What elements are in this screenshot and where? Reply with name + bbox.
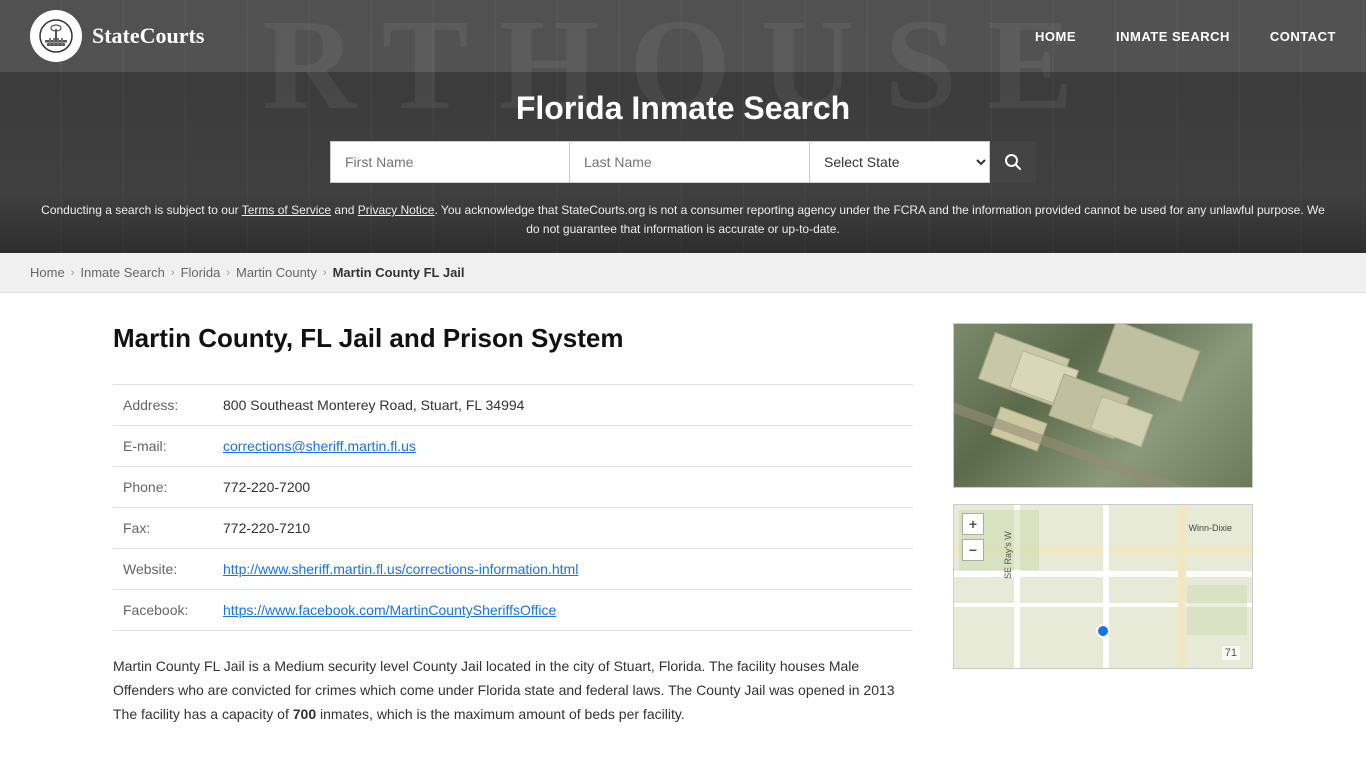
search-bar: Select State Alabama Alaska Arizona Flor… xyxy=(283,141,1083,183)
email-label: E-mail: xyxy=(113,426,213,467)
logo-icon xyxy=(30,10,82,62)
content-area: Martin County, FL Jail and Prison System… xyxy=(113,323,1253,726)
state-select[interactable]: Select State Alabama Alaska Arizona Flor… xyxy=(810,141,990,183)
phone-label: Phone: xyxy=(113,467,213,508)
map-route-number: 71 xyxy=(1222,646,1240,660)
map-image: Winn-Dixie + − SE Ray's W 71 xyxy=(953,504,1253,669)
site-name: StateCourts xyxy=(92,23,204,49)
terms-link[interactable]: Terms of Service xyxy=(242,203,331,217)
search-button[interactable] xyxy=(990,141,1036,183)
nav-links: HOME INMATE SEARCH CONTACT xyxy=(1035,29,1336,44)
website-label: Website: xyxy=(113,549,213,590)
facebook-link[interactable]: https://www.facebook.com/MartinCountyShe… xyxy=(223,602,556,618)
phone-row: Phone: 772-220-7200 xyxy=(113,467,913,508)
nav-home[interactable]: HOME xyxy=(1035,29,1076,44)
winn-dixie-label: Winn-Dixie xyxy=(1188,523,1232,533)
nav-contact[interactable]: CONTACT xyxy=(1270,29,1336,44)
page-title: Martin County, FL Jail and Prison System xyxy=(113,323,913,354)
sep1: › xyxy=(71,267,75,279)
last-name-input[interactable] xyxy=(570,141,810,183)
website-row: Website: http://www.sheriff.martin.fl.us… xyxy=(113,549,913,590)
sep2: › xyxy=(171,267,175,279)
main-content: Martin County, FL Jail and Prison System… xyxy=(93,293,1273,756)
address-row: Address: 800 Southeast Monterey Road, St… xyxy=(113,385,913,426)
breadcrumb-state[interactable]: Florida xyxy=(181,265,221,280)
email-value: corrections@sheriff.martin.fl.us xyxy=(213,426,913,467)
map-zoom-in[interactable]: + xyxy=(962,513,984,535)
facebook-label: Facebook: xyxy=(113,590,213,631)
fax-row: Fax: 772-220-7210 xyxy=(113,508,913,549)
map-zoom-out[interactable]: − xyxy=(962,539,984,561)
left-column: Martin County, FL Jail and Prison System… xyxy=(113,323,913,726)
search-icon xyxy=(1004,153,1022,171)
privacy-link[interactable]: Privacy Notice xyxy=(358,203,435,217)
navbar: StateCourts HOME INMATE SEARCH CONTACT xyxy=(0,0,1366,72)
breadcrumb-current: Martin County FL Jail xyxy=(333,265,465,280)
map-pin xyxy=(1096,624,1110,638)
facility-image xyxy=(953,323,1253,488)
email-link[interactable]: corrections@sheriff.martin.fl.us xyxy=(223,438,416,454)
map-street-label: SE Ray's W xyxy=(1003,531,1013,579)
first-name-input[interactable] xyxy=(330,141,570,183)
fax-label: Fax: xyxy=(113,508,213,549)
right-column: Winn-Dixie + − SE Ray's W 71 xyxy=(953,323,1253,726)
breadcrumb-inmate-search[interactable]: Inmate Search xyxy=(80,265,165,280)
address-value: 800 Southeast Monterey Road, Stuart, FL … xyxy=(213,385,913,426)
address-label: Address: xyxy=(113,385,213,426)
email-row: E-mail: corrections@sheriff.martin.fl.us xyxy=(113,426,913,467)
facebook-row: Facebook: https://www.facebook.com/Marti… xyxy=(113,590,913,631)
sep3: › xyxy=(226,267,230,279)
breadcrumb: Home › Inmate Search › Florida › Martin … xyxy=(0,253,1366,293)
website-value: http://www.sheriff.martin.fl.us/correcti… xyxy=(213,549,913,590)
nav-inmate-search[interactable]: INMATE SEARCH xyxy=(1116,29,1230,44)
breadcrumb-home[interactable]: Home xyxy=(30,265,65,280)
sep4: › xyxy=(323,267,327,279)
description: Martin County FL Jail is a Medium securi… xyxy=(113,655,913,726)
hero-title: Florida Inmate Search xyxy=(0,72,1366,141)
fax-value: 772-220-7210 xyxy=(213,508,913,549)
breadcrumb-county[interactable]: Martin County xyxy=(236,265,317,280)
info-table: Address: 800 Southeast Monterey Road, St… xyxy=(113,384,913,631)
phone-value: 772-220-7200 xyxy=(213,467,913,508)
website-link[interactable]: http://www.sheriff.martin.fl.us/correcti… xyxy=(223,561,578,577)
logo-area: StateCourts xyxy=(30,10,204,62)
facebook-value: https://www.facebook.com/MartinCountyShe… xyxy=(213,590,913,631)
capacity: 700 xyxy=(293,706,316,722)
disclaimer: Conducting a search is subject to our Te… xyxy=(0,197,1366,253)
